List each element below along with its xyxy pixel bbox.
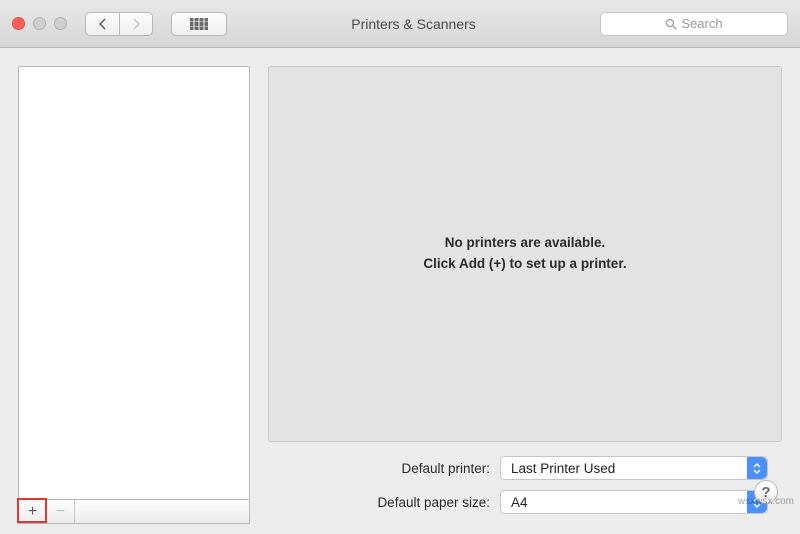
default-paper-label: Default paper size: xyxy=(268,495,490,510)
chevron-up-down-icon xyxy=(747,457,767,479)
default-paper-select[interactable]: A4 xyxy=(500,490,768,514)
show-all-button[interactable] xyxy=(171,12,227,36)
settings-form: Default printer: Last Printer Used Defau… xyxy=(268,442,782,524)
empty-subtitle: Click Add (+) to set up a printer. xyxy=(423,254,626,275)
default-paper-value: A4 xyxy=(511,495,528,510)
close-icon[interactable] xyxy=(12,17,25,30)
default-printer-value: Last Printer Used xyxy=(511,461,615,476)
forward-button[interactable] xyxy=(119,12,153,36)
empty-title: No printers are available. xyxy=(423,233,626,254)
add-printer-button[interactable]: + xyxy=(19,500,47,523)
watermark: wsxwsx.com xyxy=(738,496,794,507)
back-button[interactable] xyxy=(85,12,119,36)
printers-list[interactable] xyxy=(18,66,250,500)
traffic-lights xyxy=(12,17,67,30)
remove-printer-button: − xyxy=(47,500,75,523)
maximize-icon[interactable] xyxy=(54,17,67,30)
default-printer-select[interactable]: Last Printer Used xyxy=(500,456,768,480)
window-title: Printers & Scanners xyxy=(237,16,590,32)
search-icon xyxy=(665,18,677,30)
search-input[interactable]: Search xyxy=(600,12,788,36)
titlebar: Printers & Scanners Search xyxy=(0,0,800,48)
detail-pane: No printers are available. Click Add (+)… xyxy=(268,66,782,442)
list-footer: + − xyxy=(18,500,250,524)
content: + − No printers are available. Click Add… xyxy=(0,48,800,534)
main-panel: No printers are available. Click Add (+)… xyxy=(268,66,782,524)
printers-sidebar: + − xyxy=(18,66,250,524)
minimize-icon[interactable] xyxy=(33,17,46,30)
search-placeholder: Search xyxy=(681,16,722,31)
default-printer-label: Default printer: xyxy=(268,461,490,476)
nav-segment xyxy=(85,12,153,36)
